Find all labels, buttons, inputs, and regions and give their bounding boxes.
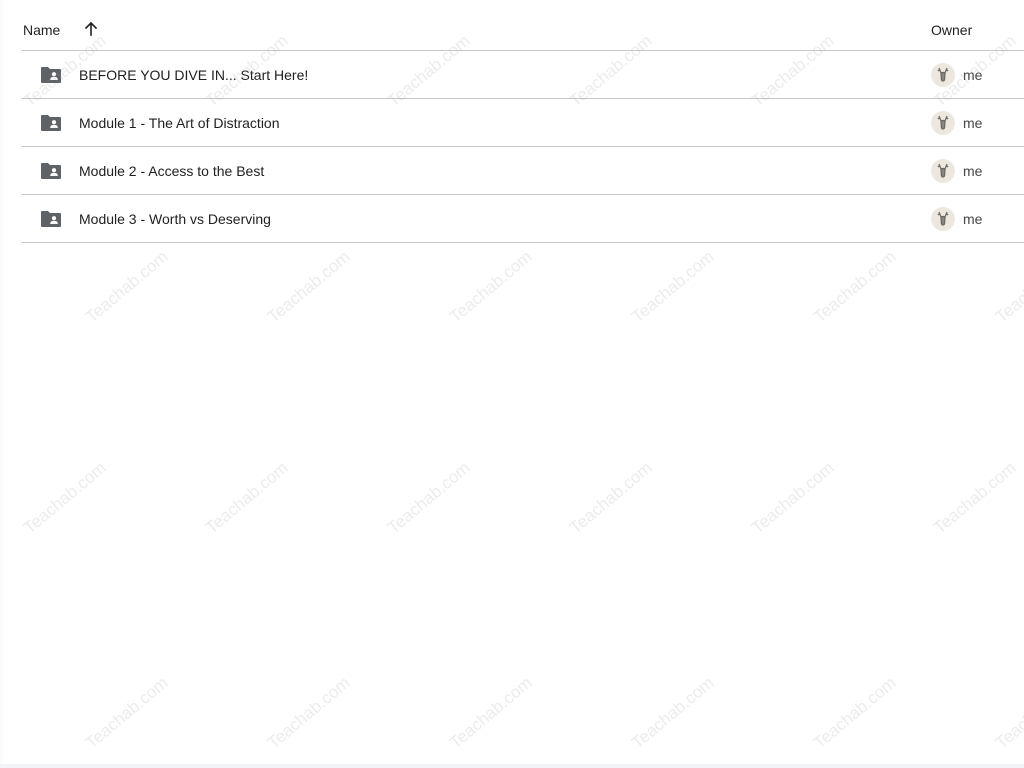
watermark-text: Teachab.com bbox=[82, 246, 172, 327]
watermark-text: Teachab.com bbox=[446, 672, 536, 753]
watermark-text: Teachab.com bbox=[748, 457, 838, 538]
shared-folder-icon bbox=[41, 163, 61, 179]
owner-name: me bbox=[963, 67, 983, 83]
sort-ascending-icon[interactable] bbox=[83, 21, 99, 37]
owner-name: me bbox=[963, 115, 983, 131]
shared-folder-icon bbox=[41, 115, 61, 131]
watermark-text: Teachab.com bbox=[810, 246, 900, 327]
bottom-edge bbox=[0, 764, 1024, 768]
owner-name: me bbox=[963, 163, 983, 179]
table-row[interactable]: Module 3 - Worth vs Deserving me bbox=[22, 195, 1024, 243]
watermark-text: Teachab.com bbox=[20, 457, 110, 538]
file-name: Module 2 - Access to the Best bbox=[79, 163, 265, 179]
file-name: BEFORE YOU DIVE IN... Start Here! bbox=[79, 67, 309, 83]
file-list: Name Owner BEFORE YOU DIVE IN... Start H… bbox=[0, 0, 1024, 243]
owner-avatar bbox=[931, 111, 955, 135]
shared-folder-icon bbox=[41, 67, 61, 83]
shared-folder-icon bbox=[41, 211, 61, 227]
owner-column-header[interactable]: Owner bbox=[931, 22, 972, 38]
watermark-text: Teachab.com bbox=[446, 246, 536, 327]
owner-avatar bbox=[931, 63, 955, 87]
watermark-text: Teachab.com bbox=[628, 246, 718, 327]
file-name: Module 1 - The Art of Distraction bbox=[79, 115, 280, 131]
file-name: Module 3 - Worth vs Deserving bbox=[79, 211, 271, 227]
owner-avatar bbox=[931, 159, 955, 183]
owner-avatar bbox=[931, 207, 955, 231]
table-row[interactable]: Module 1 - The Art of Distraction me bbox=[22, 99, 1024, 147]
watermark-text: Teachab.com bbox=[82, 672, 172, 753]
watermark-text: Teachab.com bbox=[264, 246, 354, 327]
watermark-text: Teachab.com bbox=[384, 457, 474, 538]
file-list-page: Name Owner BEFORE YOU DIVE IN... Start H… bbox=[0, 0, 1024, 768]
watermark-text: Teachab.com bbox=[264, 672, 354, 753]
list-header: Name Owner bbox=[22, 0, 1024, 51]
watermark-text: Teachab.com bbox=[992, 246, 1024, 327]
watermark-text: Teachab.com bbox=[202, 457, 292, 538]
owner-name: me bbox=[963, 211, 983, 227]
watermark-text: Teachab.com bbox=[930, 457, 1020, 538]
watermark-text: Teachab.com bbox=[992, 672, 1024, 753]
name-column-header[interactable]: Name bbox=[23, 22, 60, 38]
table-row[interactable]: Module 2 - Access to the Best me bbox=[22, 147, 1024, 195]
watermark-text: Teachab.com bbox=[566, 457, 656, 538]
watermark-text: Teachab.com bbox=[628, 672, 718, 753]
table-row[interactable]: BEFORE YOU DIVE IN... Start Here! me bbox=[22, 51, 1024, 99]
watermark-text: Teachab.com bbox=[810, 672, 900, 753]
